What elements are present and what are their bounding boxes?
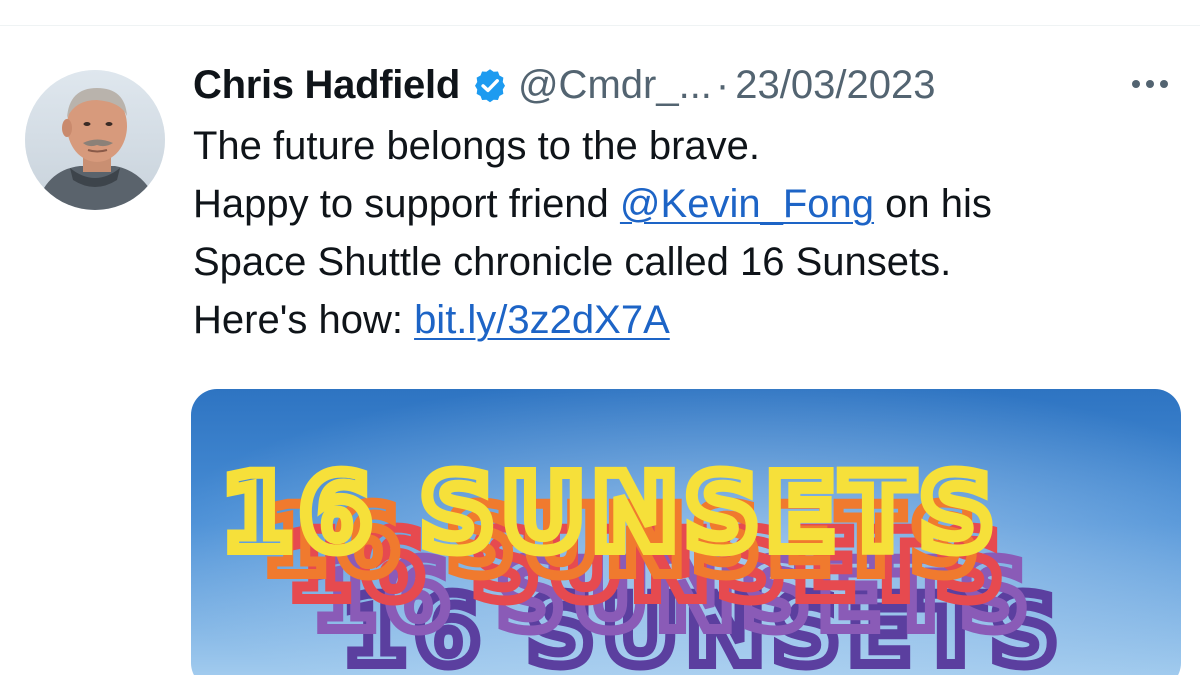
header-separator: · [715, 62, 730, 107]
tweet-text-line-4: Here's how: bit.ly/3z2dX7A [193, 291, 1183, 349]
tweet-media-card[interactable]: 16 SUNSETS 16 SUNSETS 16 SUNSETS 16 SUNS… [191, 389, 1181, 675]
tweet-text-line-2-prefix: Happy to support friend [193, 182, 620, 226]
media-image: 16 SUNSETS 16 SUNSETS 16 SUNSETS 16 SUNS… [191, 389, 1181, 675]
tweet-text-line-2: Happy to support friend @Kevin_Fong on h… [193, 175, 1183, 233]
mention-link[interactable]: @Kevin_Fong [620, 182, 874, 226]
more-horizontal-icon[interactable] [1128, 66, 1172, 102]
tweet-header: Chris Hadfield @Cmdr_... · 23/03/2023 [193, 58, 935, 112]
tweet-text-line-2-suffix: on his [874, 182, 992, 226]
author-name[interactable]: Chris Hadfield [193, 63, 460, 108]
top-divider [0, 25, 1200, 26]
tweet-text: The future belongs to the brave. Happy t… [193, 117, 1183, 349]
tweet-date[interactable]: 23/03/2023 [735, 63, 935, 108]
tweet-text-line-3: Space Shuttle chronicle called 16 Sunset… [193, 240, 952, 284]
author-handle[interactable]: @Cmdr_... [518, 63, 712, 108]
avatar-image [25, 70, 165, 210]
url-link[interactable]: bit.ly/3z2dX7A [414, 298, 670, 342]
media-title-yellow: 16 SUNSETS [221, 452, 1000, 574]
author-avatar[interactable] [25, 70, 165, 210]
tweet-text-line-4-prefix: Here's how: [193, 298, 415, 342]
verified-badge-icon [472, 67, 508, 103]
tweet-text-line-1: The future belongs to the brave. [193, 124, 761, 168]
